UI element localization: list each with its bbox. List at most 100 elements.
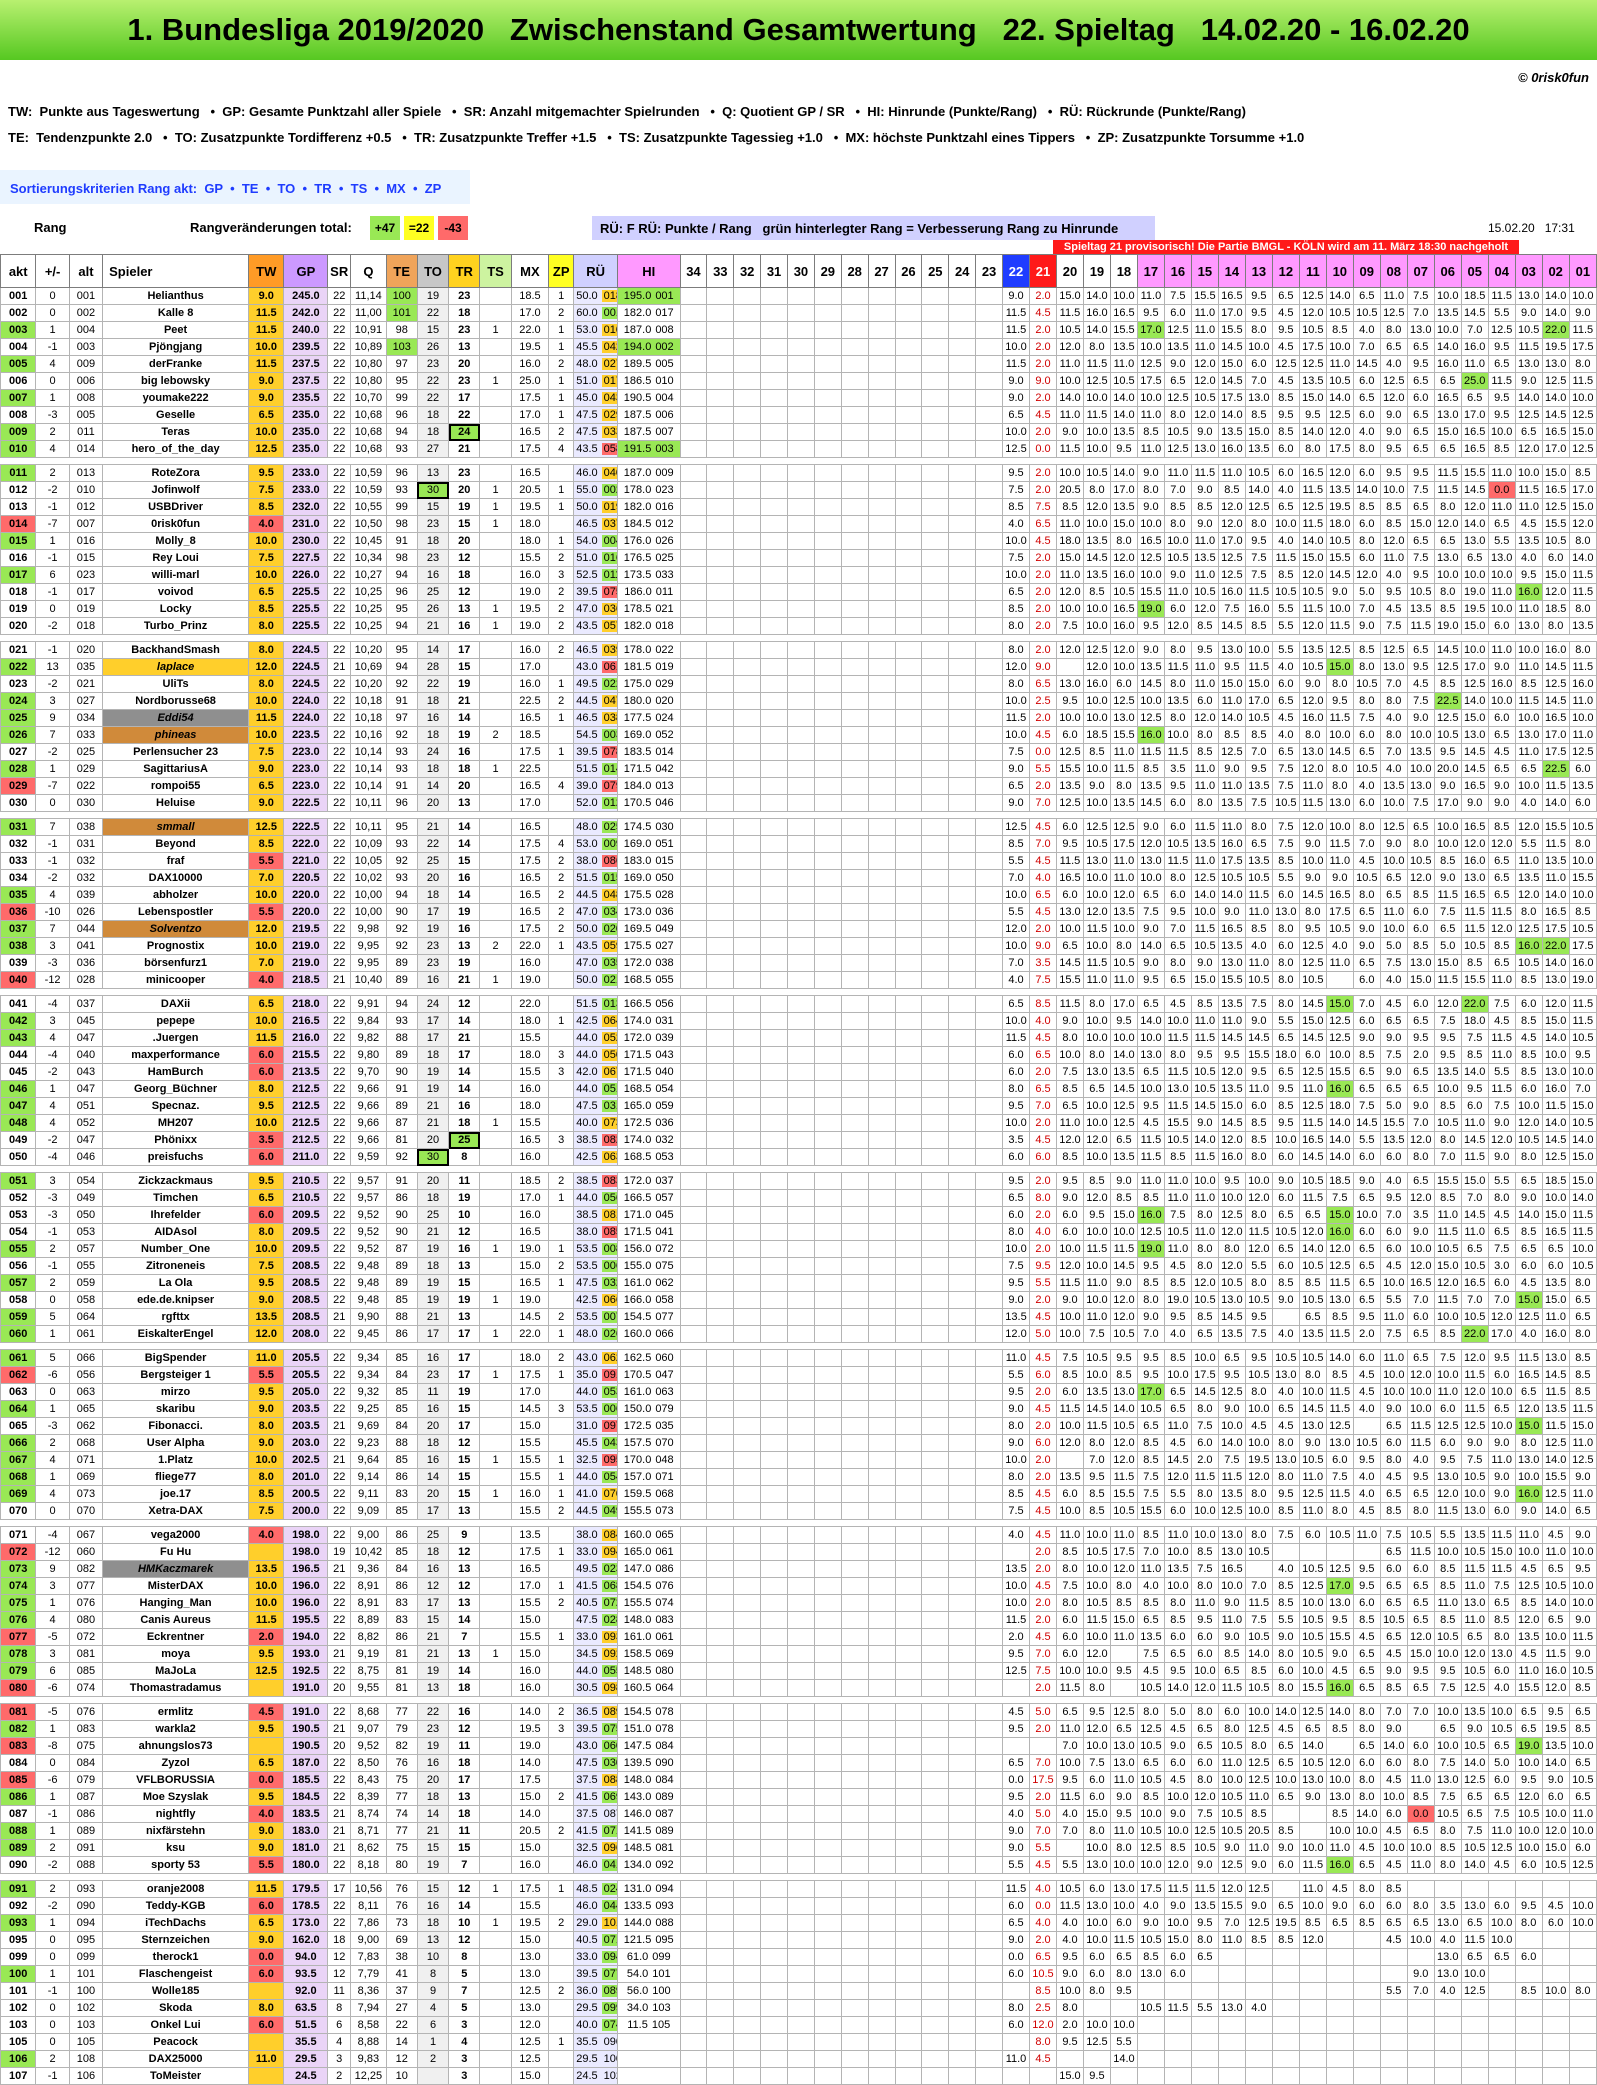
round-value: 9.5	[1379, 583, 1408, 601]
empty-round-cell	[894, 794, 923, 812]
player-name: vega2000	[102, 1526, 250, 1544]
round-value: 16.0	[1568, 954, 1597, 972]
round-value: 11.0	[1136, 440, 1165, 458]
to-value: 18	[416, 423, 450, 441]
round-value: 15.0	[1460, 617, 1489, 635]
round-value: 8.5	[1244, 726, 1273, 744]
empty-round-cell	[840, 1417, 869, 1435]
empty-round-cell	[894, 321, 923, 339]
rank-previous: 034	[68, 709, 104, 727]
round-value: 8.0	[1190, 1577, 1219, 1595]
round-value: 17.5	[1217, 389, 1246, 407]
tw-value: 9.5	[248, 1645, 285, 1663]
round-value: 15.0	[1460, 709, 1489, 727]
round-value: 6.0	[1163, 600, 1192, 618]
empty-round-cell	[760, 1325, 788, 1343]
hi-rank: 050	[655, 872, 674, 884]
rank-previous: 064	[68, 1308, 104, 1326]
round-value: 13.5	[1136, 658, 1165, 676]
to-value: 17	[416, 1594, 450, 1612]
round-value: 10.5	[1082, 464, 1111, 482]
player-name: phineas	[102, 726, 250, 744]
gp-value: 195.5	[283, 1611, 329, 1629]
empty-round-cell	[813, 338, 842, 356]
round-value: 7.5	[1217, 1451, 1246, 1469]
gp-value: 191.0	[283, 1703, 329, 1721]
table-row: 038 3 041 Prognostix 10.0 219.0 22 9,95 92 23 13 2 2…	[0, 937, 1597, 955]
hi-value: 182.0 017	[616, 304, 681, 322]
empty-round-cell	[787, 794, 815, 812]
gp-value: 222.0	[283, 835, 329, 853]
round-value: 12.0	[1433, 515, 1462, 533]
q-value: 10,00	[350, 886, 387, 904]
round-value: 5.5	[1487, 532, 1516, 550]
empty-round-cell	[706, 1434, 735, 1452]
empty-round-cell	[787, 1274, 815, 1292]
empty-round-cell	[733, 1434, 762, 1452]
to-value: 26	[416, 338, 450, 356]
round-value: 15.0	[1082, 1805, 1111, 1823]
player-name: Pjöngjang	[102, 338, 250, 356]
round-value: 14.0	[1244, 1645, 1273, 1663]
mx-value: 16.5	[510, 1223, 550, 1241]
round-value: 6.0	[1055, 886, 1084, 904]
zp-value: 2	[548, 1594, 575, 1612]
empty-round-cell	[787, 692, 815, 710]
empty-round-cell	[733, 1771, 762, 1789]
mx-value: 16.5	[510, 464, 550, 482]
round-value: 13.0	[1082, 852, 1111, 870]
tw-value: 10.0	[248, 532, 285, 550]
round-value: 10.5	[1514, 1805, 1543, 1823]
round-value: 8.5	[1352, 498, 1381, 516]
empty-round-cell	[813, 481, 842, 499]
round-value: 10.0	[1568, 886, 1597, 904]
tr-value: 18	[448, 1679, 481, 1697]
round-value: 11.5	[1487, 287, 1516, 305]
ts-value: 1	[479, 498, 512, 516]
empty-round-cell	[706, 1788, 735, 1806]
mx-value: 16.0	[510, 1148, 550, 1166]
round-value: 11.0	[1082, 971, 1111, 989]
round-value: 10.0	[1406, 1400, 1435, 1418]
empty-round-cell	[867, 1080, 896, 1098]
group-separator	[1, 458, 1597, 465]
zp-value	[548, 1611, 575, 1629]
round-value: 4.0	[1514, 549, 1543, 567]
round-22-value: 7.0	[1002, 869, 1030, 887]
te-value: 96	[385, 794, 418, 812]
ru-points: 33.0	[576, 1631, 598, 1643]
ts-value	[479, 1560, 512, 1578]
round-value: 6.5	[1460, 389, 1489, 407]
ts-value	[479, 406, 512, 424]
round-value	[1271, 1805, 1300, 1823]
round-value: 8.5	[1487, 440, 1516, 458]
te-value: 88	[385, 1308, 418, 1326]
empty-round-cell	[975, 1679, 1003, 1697]
player-name: MH207	[102, 1114, 250, 1132]
tr-value: 12	[448, 1543, 481, 1561]
round-value: 11.0	[1217, 1754, 1246, 1772]
empty-round-cell	[733, 675, 762, 693]
rank-current: 051	[0, 1172, 37, 1190]
round-value: 6.0	[1514, 1080, 1543, 1098]
empty-round-cell	[679, 886, 708, 904]
te-value: 88	[385, 1434, 418, 1452]
round-value: 6.5	[1352, 287, 1381, 305]
mx-value: 19.5	[510, 1720, 550, 1738]
zp-value: 1	[548, 1366, 575, 1384]
separator-cell	[1, 458, 1597, 465]
gp-value: 212.5	[283, 1080, 329, 1098]
empty-round-cell	[840, 726, 869, 744]
empty-round-cell	[948, 1131, 977, 1149]
empty-round-cell	[760, 1754, 788, 1772]
round-value: 12.0	[1109, 1434, 1138, 1452]
round-22-header: 22	[1002, 254, 1030, 288]
round-value: 11.0	[1190, 532, 1219, 550]
empty-round-cell	[706, 1366, 735, 1384]
ts-value	[479, 1771, 512, 1789]
sr-value: 22	[327, 726, 352, 744]
q-value: 9,57	[350, 1189, 387, 1207]
te-value: 93	[385, 1012, 418, 1030]
round-22-value: 8.0	[1002, 1080, 1030, 1098]
ru-value: 44.0053	[573, 1383, 618, 1401]
